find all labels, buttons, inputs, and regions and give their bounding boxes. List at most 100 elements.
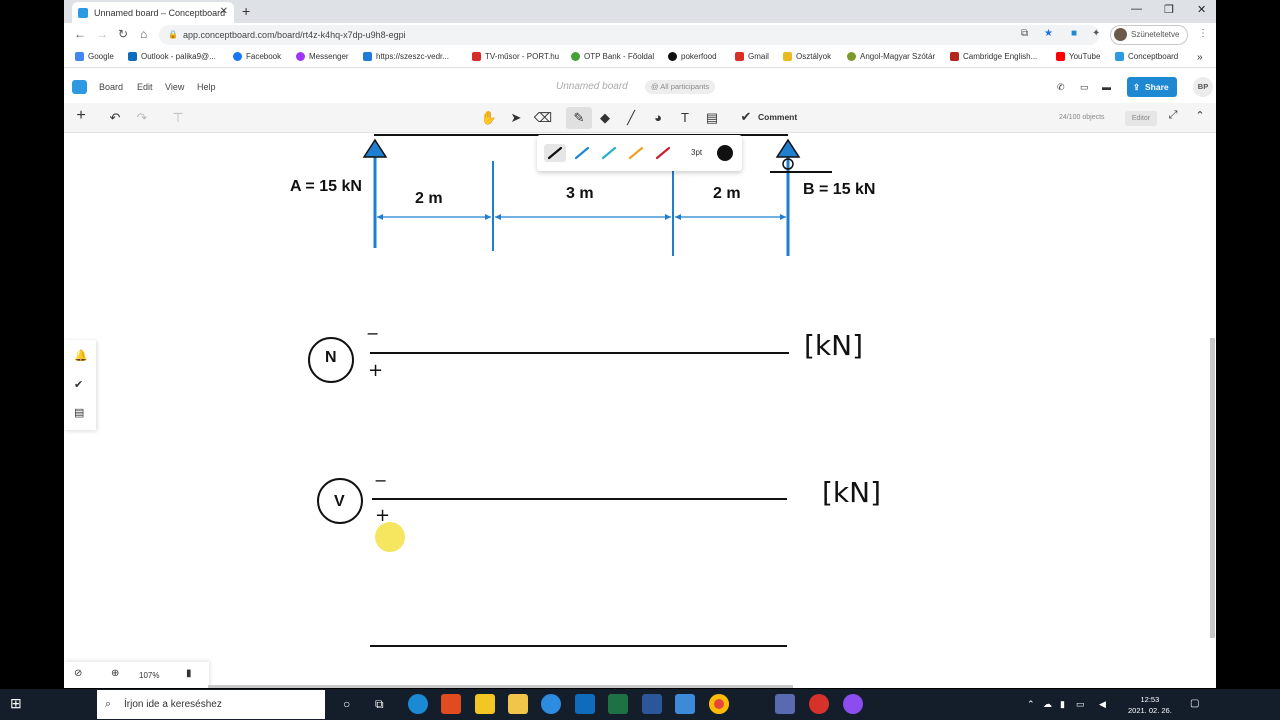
- n-diagram-label[interactable]: N: [325, 349, 337, 367]
- zoom-icon[interactable]: ⊕: [111, 668, 119, 679]
- maximize-icon[interactable]: ❐: [1164, 3, 1174, 16]
- bookmark-google[interactable]: Google: [75, 52, 114, 61]
- word-icon[interactable]: [642, 694, 662, 714]
- screen-share-icon[interactable]: ▭: [1080, 82, 1089, 93]
- outlook-app-icon[interactable]: [575, 694, 595, 714]
- shapes-tool-icon[interactable]: ◕: [648, 110, 668, 125]
- browser-tab[interactable]: Unnamed board – Conceptboard ✕: [72, 2, 234, 23]
- recorder-icon[interactable]: [809, 694, 829, 714]
- highlighter-tool-icon[interactable]: ◆: [595, 110, 615, 126]
- messenger-app-icon[interactable]: [843, 694, 863, 714]
- pen-orange-swatch[interactable]: [625, 144, 647, 162]
- navigator-compass-icon[interactable]: ⊘: [74, 668, 82, 679]
- comment-label[interactable]: Comment: [758, 112, 797, 122]
- pen-size-selector[interactable]: 3pt: [691, 148, 702, 157]
- span-3-label[interactable]: 2 m: [713, 185, 741, 203]
- pen-teal-swatch[interactable]: [598, 144, 620, 162]
- bookmark-szeszc[interactable]: https://szeszc-vedr...: [363, 52, 449, 61]
- task-view-icon[interactable]: ⧉: [375, 697, 384, 712]
- browser-menu-icon[interactable]: ⋮: [1198, 28, 1208, 39]
- store-icon[interactable]: [475, 694, 495, 714]
- excel-icon[interactable]: [608, 694, 628, 714]
- phone-icon[interactable]: ✆: [1057, 82, 1065, 93]
- chrome-icon[interactable]: [709, 694, 729, 714]
- v-minus-sign[interactable]: −: [374, 471, 387, 490]
- text-tool-icon[interactable]: T: [675, 110, 695, 125]
- extension-t-icon[interactable]: ■: [1071, 28, 1077, 39]
- bookmark-otp[interactable]: OTP Bank - Főoldal: [571, 52, 654, 61]
- comment-tool-icon[interactable]: ✔: [736, 109, 756, 125]
- horizontal-scrollbar[interactable]: [208, 685, 793, 688]
- bookmark-outlook[interactable]: Outlook - palika9@...: [128, 52, 216, 61]
- format-painter-icon[interactable]: ⊤: [168, 110, 188, 126]
- more-bookmarks-icon[interactable]: »: [1197, 52, 1203, 63]
- pen-tool-icon[interactable]: ✎: [566, 107, 592, 129]
- n-unit-label[interactable]: [kN]: [804, 329, 863, 362]
- hand-tool-icon[interactable]: ✋: [479, 110, 499, 126]
- sticky-note-tool-icon[interactable]: ▤: [702, 110, 722, 126]
- bookmark-messenger[interactable]: Messenger: [296, 52, 349, 61]
- extensions-puzzle-icon[interactable]: ✦: [1092, 28, 1100, 39]
- tab-close-icon[interactable]: ✕: [220, 6, 228, 17]
- span-2-label[interactable]: 3 m: [566, 185, 594, 203]
- v-plus-sign[interactable]: +: [375, 505, 390, 526]
- bookmark-pokerfood[interactable]: pokerfood: [668, 52, 717, 61]
- notification-bell-icon[interactable]: 🔔: [74, 349, 88, 362]
- bookmark-cambridge[interactable]: Cambridge English...: [950, 52, 1037, 61]
- bookmark-gmail[interactable]: Gmail: [735, 52, 769, 61]
- mouse-mode-icon[interactable]: ▮: [186, 668, 192, 679]
- undo-icon[interactable]: ↶: [105, 110, 125, 126]
- taskbar-search-input[interactable]: ⌕ Írjon ide a kereséshez: [97, 690, 325, 719]
- network-icon[interactable]: ▭: [1076, 699, 1085, 710]
- add-icon[interactable]: +: [71, 107, 91, 125]
- url-input[interactable]: 🔒 app.conceptboard.com/board/rt4z-k4hq-x…: [159, 25, 1099, 45]
- mail-icon[interactable]: [675, 694, 695, 714]
- edge-icon[interactable]: [408, 694, 428, 714]
- volume-icon[interactable]: ◀: [1099, 699, 1106, 710]
- line-tool-icon[interactable]: ╱: [621, 110, 641, 126]
- span-1-label[interactable]: 2 m: [415, 190, 443, 208]
- home-icon[interactable]: ⌂: [140, 27, 147, 41]
- profile-button[interactable]: Szüneteltetve: [1110, 25, 1188, 45]
- reload-icon[interactable]: ↻: [118, 27, 128, 41]
- reaction-b-label[interactable]: B = 15 kN: [803, 181, 875, 199]
- bookmark-facebook[interactable]: Facebook: [233, 52, 281, 61]
- menu-edit[interactable]: Edit: [137, 82, 153, 92]
- conceptboard-logo-icon[interactable]: [72, 80, 87, 94]
- back-icon[interactable]: ←: [74, 27, 86, 41]
- collapse-toolbar-icon[interactable]: ⌃: [1190, 109, 1210, 122]
- v-diagram-label[interactable]: V: [334, 493, 345, 511]
- cortana-icon[interactable]: ○: [343, 697, 350, 711]
- save-app-icon[interactable]: [775, 694, 795, 714]
- close-window-icon[interactable]: ✕: [1197, 3, 1206, 16]
- pen-red-swatch[interactable]: [652, 144, 674, 162]
- chat-icon[interactable]: ▬: [1102, 82, 1111, 92]
- fullscreen-icon[interactable]: ⤢: [1163, 109, 1183, 122]
- bookmark-port[interactable]: TV-műsor - PORT.hu: [472, 52, 559, 61]
- forward-icon[interactable]: →: [96, 27, 108, 41]
- tray-arrow-icon[interactable]: ⌃: [1027, 699, 1035, 710]
- pen-color-selector[interactable]: [717, 145, 733, 161]
- sections-list-icon[interactable]: ▤: [74, 406, 84, 419]
- menu-view[interactable]: View: [165, 82, 184, 92]
- tasks-check-icon[interactable]: ✔: [74, 378, 83, 391]
- onedrive-icon[interactable]: ☁: [1043, 699, 1052, 710]
- participants-badge[interactable]: @ All participants: [645, 80, 716, 94]
- translate-icon[interactable]: ⧉: [1021, 28, 1028, 39]
- bookmark-szotar[interactable]: Angol-Magyar Szótár: [847, 52, 935, 61]
- redo-icon[interactable]: ↷: [132, 110, 152, 126]
- menu-board[interactable]: Board: [99, 82, 123, 92]
- v-unit-label[interactable]: [kN]: [822, 476, 881, 509]
- board-canvas[interactable]: [64, 133, 1216, 688]
- menu-help[interactable]: Help: [197, 82, 216, 92]
- pen-blue-swatch[interactable]: [571, 144, 593, 162]
- bookmark-osztalyok[interactable]: Osztályok: [783, 52, 831, 61]
- vertical-scrollbar[interactable]: [1210, 338, 1215, 638]
- taskbar-clock[interactable]: 12:53 2021. 02. 26.: [1128, 694, 1172, 716]
- bookmark-youtube[interactable]: YouTube: [1056, 52, 1100, 61]
- n-plus-sign[interactable]: +: [368, 360, 383, 381]
- notification-center-icon[interactable]: ▢: [1190, 698, 1199, 709]
- pen-black-swatch[interactable]: [544, 144, 566, 162]
- office-icon[interactable]: [441, 694, 461, 714]
- n-minus-sign[interactable]: −: [366, 324, 379, 343]
